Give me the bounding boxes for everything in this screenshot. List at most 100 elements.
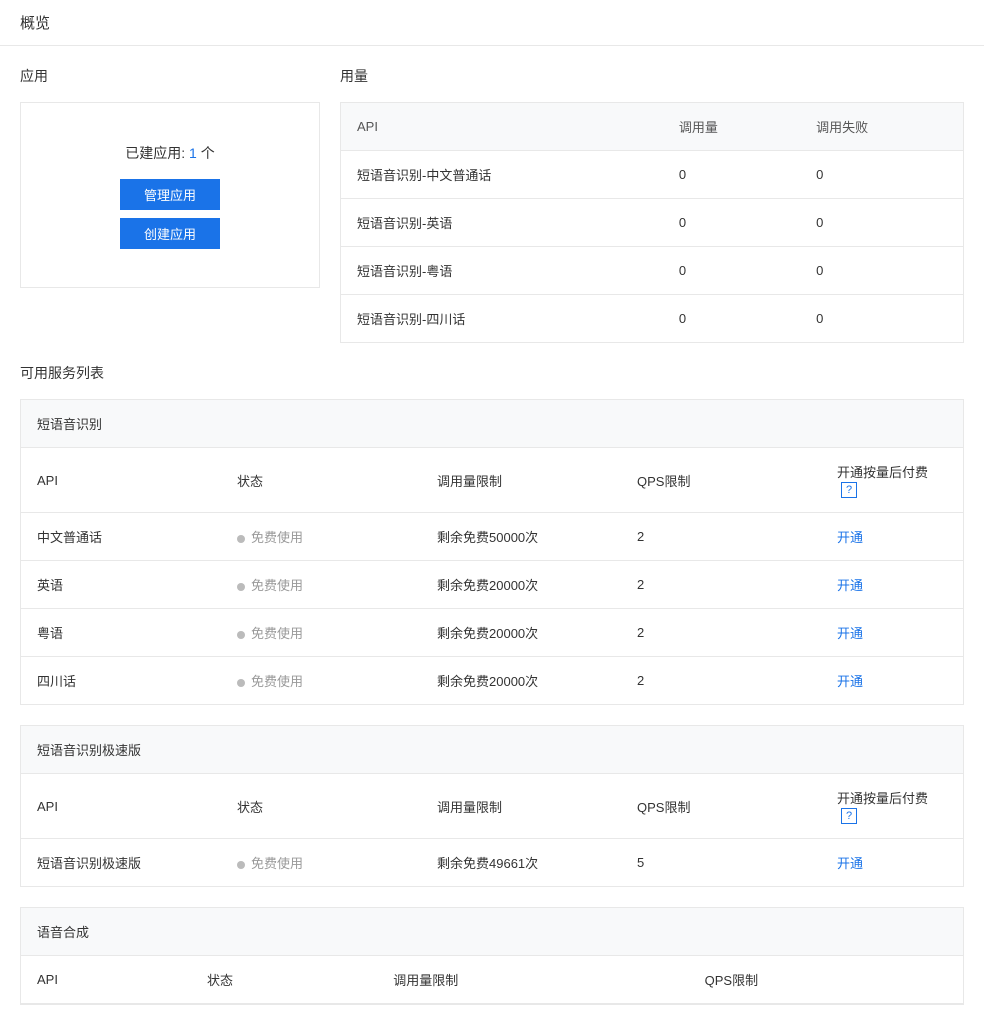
service-cell-api: 英语 — [21, 561, 221, 609]
service-cell-status: 免费使用 — [221, 609, 421, 657]
service-cell-qps: 5 — [621, 839, 821, 887]
service-header-status: 状态 — [221, 774, 421, 839]
usage-cell-fails: 0 — [800, 247, 963, 295]
open-link[interactable]: 开通 — [837, 856, 863, 871]
service-cell-api: 短语音识别极速版 — [21, 839, 221, 887]
service-cell-action: 开通 — [821, 513, 963, 561]
usage-cell-api: 短语音识别-中文普通话 — [341, 151, 663, 199]
status-dot-icon — [237, 679, 245, 687]
service-header-postpay: 开通按量后付费? — [821, 448, 963, 513]
service-cell-action: 开通 — [821, 657, 963, 705]
service-cell-limit: 剩余免费20000次 — [421, 609, 621, 657]
app-count-unit: 个 — [201, 145, 215, 161]
service-header-limit: 调用量限制 — [377, 956, 688, 1004]
service-header-qps: QPS限制 — [689, 956, 963, 1004]
service-cell-status: 免费使用 — [221, 839, 421, 887]
service-cell-status: 免费使用 — [221, 657, 421, 705]
app-count: 已建应用: 1 个 — [41, 143, 299, 163]
service-group: 短语音识别极速版 API 状态 调用量限制 QPS限制 开通按量后付费? 短语音… — [20, 725, 964, 887]
service-cell-limit: 剩余免费49661次 — [421, 839, 621, 887]
service-row: 粤语 免费使用 剩余免费20000次 2 开通 — [21, 609, 963, 657]
service-group: 语音合成 API 状态 调用量限制 QPS限制 — [20, 907, 964, 1005]
app-count-number: 1 — [189, 145, 197, 161]
service-table: API 状态 调用量限制 QPS限制 — [21, 956, 963, 1004]
service-header-api: API — [21, 774, 221, 839]
service-cell-qps: 2 — [621, 609, 821, 657]
usage-cell-calls: 0 — [663, 295, 800, 343]
status-text: 免费使用 — [251, 530, 303, 545]
usage-section-label: 用量 — [340, 66, 964, 86]
service-header-postpay: 开通按量后付费? — [821, 774, 963, 839]
create-app-button[interactable]: 创建应用 — [120, 218, 220, 249]
status-text: 免费使用 — [251, 674, 303, 689]
status-text: 免费使用 — [251, 578, 303, 593]
usage-cell-calls: 0 — [663, 247, 800, 295]
status-text: 免费使用 — [251, 626, 303, 641]
service-cell-status: 免费使用 — [221, 513, 421, 561]
service-header-qps: QPS限制 — [621, 774, 821, 839]
help-icon[interactable]: ? — [841, 808, 857, 824]
service-cell-api: 中文普通话 — [21, 513, 221, 561]
service-table: API 状态 调用量限制 QPS限制 开通按量后付费? 中文普通话 免费使用 剩… — [21, 448, 963, 704]
service-cell-qps: 2 — [621, 657, 821, 705]
status-text: 免费使用 — [251, 856, 303, 871]
service-header-status: 状态 — [191, 956, 377, 1004]
usage-cell-calls: 0 — [663, 151, 800, 199]
open-link[interactable]: 开通 — [837, 674, 863, 689]
status-dot-icon — [237, 861, 245, 869]
service-cell-api: 粤语 — [21, 609, 221, 657]
service-cell-limit: 剩余免费20000次 — [421, 561, 621, 609]
service-table: API 状态 调用量限制 QPS限制 开通按量后付费? 短语音识别极速版 免费使… — [21, 774, 963, 886]
usage-cell-fails: 0 — [800, 151, 963, 199]
service-group: 短语音识别 API 状态 调用量限制 QPS限制 开通按量后付费? 中文普通话 … — [20, 399, 964, 705]
usage-row: 短语音识别-英语 0 0 — [341, 199, 964, 247]
status-dot-icon — [237, 535, 245, 543]
service-cell-status: 免费使用 — [221, 561, 421, 609]
service-header-status: 状态 — [221, 448, 421, 513]
service-cell-api: 四川话 — [21, 657, 221, 705]
usage-header-api: API — [341, 103, 663, 151]
app-section-label: 应用 — [20, 66, 320, 86]
usage-cell-api: 短语音识别-粤语 — [341, 247, 663, 295]
services-list-title: 可用服务列表 — [0, 363, 984, 399]
usage-table: API 调用量 调用失败 短语音识别-中文普通话 0 0 短语音识别-英语 0 … — [340, 102, 964, 343]
service-cell-limit: 剩余免费50000次 — [421, 513, 621, 561]
service-cell-action: 开通 — [821, 609, 963, 657]
usage-row: 短语音识别-粤语 0 0 — [341, 247, 964, 295]
usage-header-calls: 调用量 — [663, 103, 800, 151]
app-count-label: 已建应用: — [125, 145, 185, 161]
usage-cell-api: 短语音识别-英语 — [341, 199, 663, 247]
open-link[interactable]: 开通 — [837, 626, 863, 641]
service-header-api: API — [21, 448, 221, 513]
open-link[interactable]: 开通 — [837, 578, 863, 593]
service-cell-qps: 2 — [621, 513, 821, 561]
usage-cell-fails: 0 — [800, 295, 963, 343]
usage-cell-calls: 0 — [663, 199, 800, 247]
open-link[interactable]: 开通 — [837, 530, 863, 545]
page-title: 概览 — [0, 0, 984, 46]
usage-header-fails: 调用失败 — [800, 103, 963, 151]
service-row: 中文普通话 免费使用 剩余免费50000次 2 开通 — [21, 513, 963, 561]
service-cell-qps: 2 — [621, 561, 821, 609]
service-row: 英语 免费使用 剩余免费20000次 2 开通 — [21, 561, 963, 609]
status-dot-icon — [237, 631, 245, 639]
service-header-qps: QPS限制 — [621, 448, 821, 513]
usage-cell-fails: 0 — [800, 199, 963, 247]
usage-row: 短语音识别-四川话 0 0 — [341, 295, 964, 343]
service-group-title: 短语音识别 — [21, 400, 963, 448]
service-header-api: API — [21, 956, 191, 1004]
manage-app-button[interactable]: 管理应用 — [120, 179, 220, 210]
usage-cell-api: 短语音识别-四川话 — [341, 295, 663, 343]
service-cell-action: 开通 — [821, 561, 963, 609]
service-group-title: 语音合成 — [21, 908, 963, 956]
service-row: 四川话 免费使用 剩余免费20000次 2 开通 — [21, 657, 963, 705]
app-box: 已建应用: 1 个 管理应用 创建应用 — [20, 102, 320, 288]
service-header-limit: 调用量限制 — [421, 774, 621, 839]
usage-row: 短语音识别-中文普通话 0 0 — [341, 151, 964, 199]
help-icon[interactable]: ? — [841, 482, 857, 498]
service-row: 短语音识别极速版 免费使用 剩余免费49661次 5 开通 — [21, 839, 963, 887]
service-cell-limit: 剩余免费20000次 — [421, 657, 621, 705]
service-header-limit: 调用量限制 — [421, 448, 621, 513]
service-cell-action: 开通 — [821, 839, 963, 887]
status-dot-icon — [237, 583, 245, 591]
